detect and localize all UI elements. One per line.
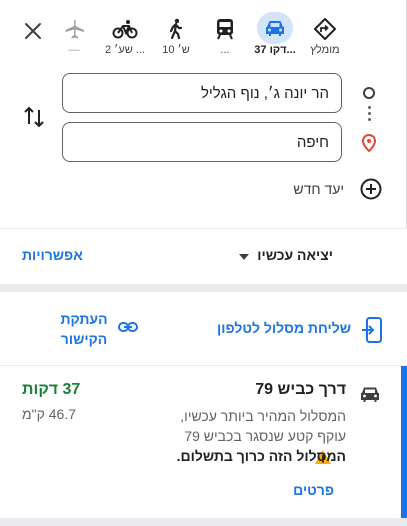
mode-driving-label: 37 דקו... (254, 44, 296, 56)
selected-route-indicator (401, 366, 407, 518)
origin-circle-icon (363, 87, 375, 99)
bicycle-icon (112, 20, 138, 39)
swap-directions-button[interactable] (20, 102, 48, 132)
directions-diamond-icon (314, 18, 336, 40)
divider (0, 365, 407, 366)
divider (0, 228, 407, 229)
depart-now-dropdown[interactable]: יציאה עכשיו (257, 247, 333, 263)
add-destination-label: יעד חדש (293, 181, 344, 197)
link-icon[interactable] (118, 320, 138, 334)
toll-warning: המסלול הזה כרוך בתשלום. (176, 448, 346, 464)
send-to-phone-button[interactable]: שליחת מסלול לטלפון (217, 320, 351, 336)
mode-flight-label: — (68, 44, 80, 56)
car-icon (361, 387, 379, 402)
mode-driving[interactable]: 37 דקו... (253, 8, 297, 60)
travel-mode-bar: — 2 שע׳ ... 10 ש׳ ... 37 דקו... מומלץ (0, 0, 407, 64)
mode-best[interactable]: מומלץ (303, 8, 347, 60)
route-distance: 46.7 ק"מ (22, 406, 76, 422)
section-divider (0, 284, 407, 292)
close-icon (25, 23, 41, 39)
options-button[interactable]: אפשרויות (22, 247, 83, 263)
mode-flight[interactable]: — (52, 8, 96, 60)
swap-vertical-icon (24, 106, 44, 128)
mode-transit-label: ... (220, 44, 230, 56)
mode-walking[interactable]: 10 ש׳ (154, 8, 198, 60)
mode-best-label: מומלץ (310, 44, 340, 56)
section-divider (0, 518, 407, 526)
route-details-link[interactable]: פרטים (293, 482, 334, 498)
send-to-phone-icon[interactable] (361, 317, 383, 343)
mode-walking-label: 10 ש׳ (162, 44, 190, 56)
route-dots-icon (366, 106, 372, 126)
route-via-title: דרך כביש 79 (255, 381, 346, 398)
walking-icon (169, 18, 183, 40)
airplane-icon (65, 20, 84, 39)
origin-input[interactable] (62, 73, 342, 113)
route-duration: 37 דקות (22, 381, 81, 398)
mode-cycling-label: 2 שע׳ ... (104, 44, 146, 56)
destination-input[interactable] (62, 122, 342, 162)
dropdown-caret-icon[interactable] (239, 254, 249, 260)
mode-cycling[interactable]: 2 שע׳ ... (103, 8, 147, 60)
add-destination-button[interactable]: יעד חדש (270, 172, 390, 206)
car-icon (266, 21, 284, 36)
close-button[interactable] (16, 14, 50, 48)
destination-pin-icon (362, 134, 376, 152)
mode-transit[interactable]: ... (203, 8, 247, 60)
copy-link-button[interactable]: העתקת הקישור (56, 309, 112, 349)
train-icon (217, 19, 233, 40)
add-circle-icon (360, 178, 382, 200)
route-description: המסלול המהיר ביותר עכשיו, עוקף קטע שנסגר… (180, 408, 346, 444)
